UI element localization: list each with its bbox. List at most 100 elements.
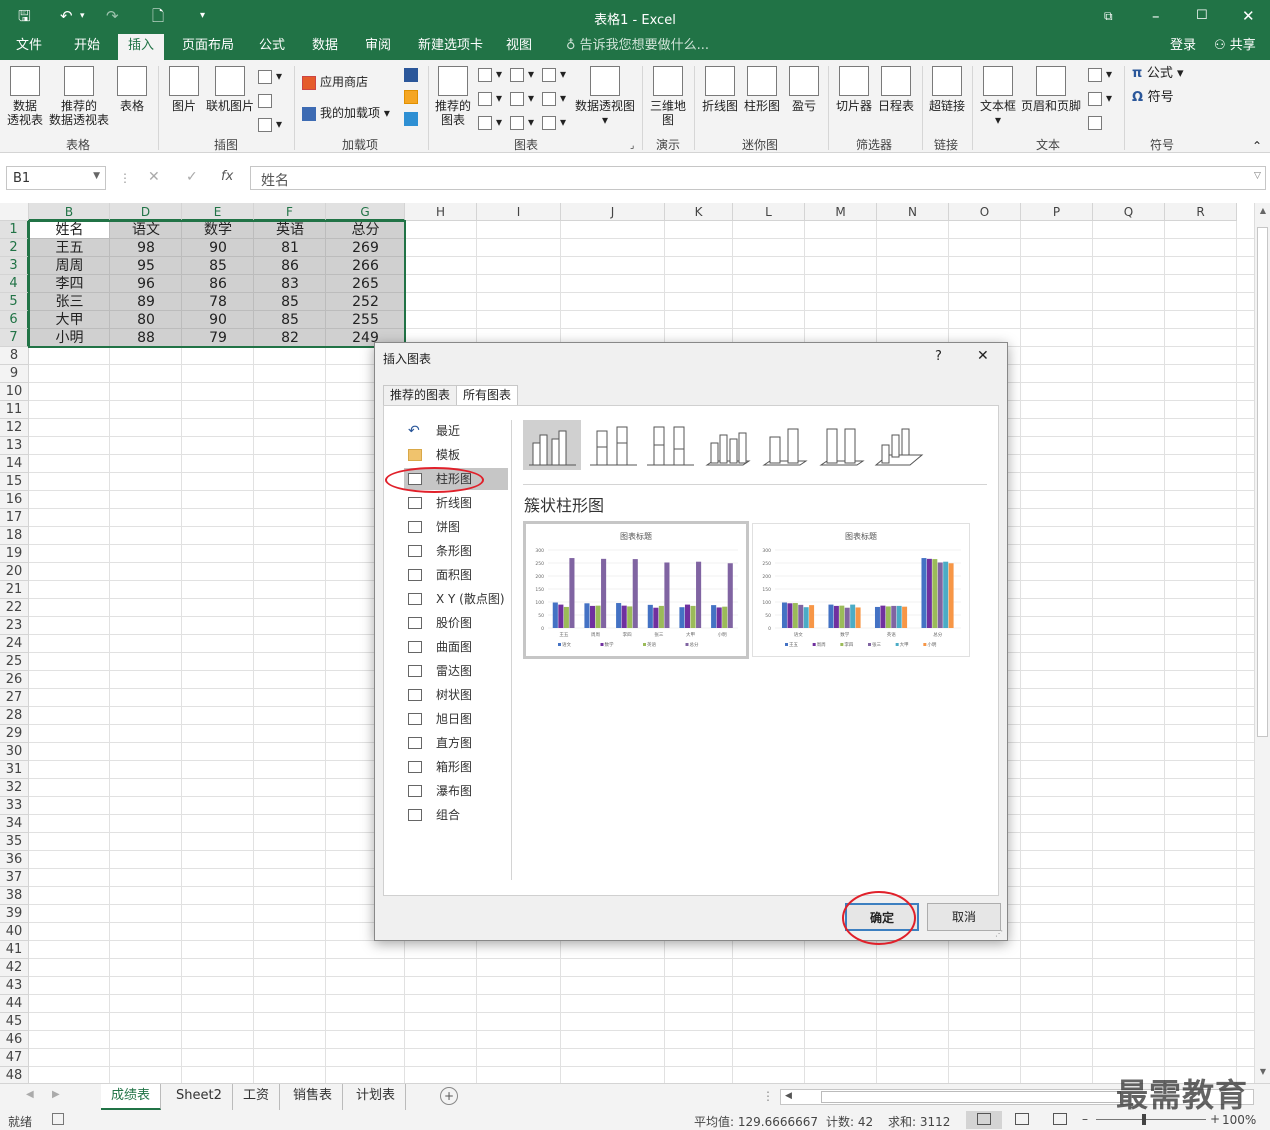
screenshot-button[interactable]: ▾ [258,116,282,132]
name-box[interactable]: B1 ▼ [6,166,106,190]
normal-view-button[interactable] [966,1111,1002,1129]
subtype-3d-column[interactable] [869,420,927,470]
my-addins-button[interactable]: 我的加载项 ▾ [302,105,390,121]
table-cell[interactable]: 265 [326,275,405,293]
header-cell[interactable]: 总分 [326,221,405,239]
subtype-3d-clustered-column[interactable] [698,420,756,470]
tab-file[interactable]: 文件 [6,34,52,60]
chart-type-item[interactable]: ↶ 最近 [404,420,508,442]
maximize-icon[interactable]: ☐ [1196,6,1208,26]
bing-maps-button[interactable] [404,88,422,104]
radar-chart-dropdown[interactable]: ▾ [542,114,566,130]
cancel-button[interactable]: 取消 [927,903,1001,931]
chart-type-item[interactable]: 面积图 [404,564,508,586]
formula-input[interactable]: 姓名 [250,166,1266,190]
store-button[interactable]: 应用商店 [302,74,368,90]
timeline-button[interactable]: 日程表 [876,66,916,113]
signature-line-button[interactable]: ▾ [1088,90,1112,106]
help-icon[interactable]: ? [935,349,942,364]
chart-type-item[interactable]: 箱形图 [404,756,508,778]
chart-type-item[interactable]: 雷达图 [404,660,508,682]
table-cell[interactable]: 81 [254,239,326,257]
collapse-ribbon-icon[interactable]: ⌃ [1252,138,1262,154]
wordart-button[interactable]: ▾ [1088,66,1112,82]
header-cell[interactable]: 语文 [110,221,182,239]
add-sheet-icon[interactable]: + [440,1087,458,1105]
subtype-100-stacked-column[interactable] [641,420,699,470]
sparkline-line-button[interactable]: 折线图 [700,66,740,113]
confirm-entry-icon[interactable]: ✓ [186,169,198,185]
tab-review[interactable]: 审阅 [355,34,401,60]
sparkline-column-button[interactable]: 柱形图 [742,66,782,113]
vertical-scrollbar[interactable]: ▲ ▼ [1254,203,1270,1083]
zoom-out-icon[interactable]: – [1082,1112,1088,1126]
resize-grip-icon[interactable]: ⋰ [995,929,1003,938]
pivot-table-button[interactable]: 数据 透视表 [4,66,46,127]
close-icon[interactable]: ✕ [1242,6,1255,26]
cancel-entry-icon[interactable]: ✕ [148,169,160,185]
table-cell[interactable]: 85 [254,311,326,329]
chart-type-item[interactable]: 饼图 [404,516,508,538]
3d-map-button[interactable]: 三维地 图 [648,66,688,127]
chart-type-item[interactable]: 模板 [404,444,508,466]
table-cell[interactable]: 张三 [29,293,110,311]
table-cell[interactable]: 255 [326,311,405,329]
scatter-chart-dropdown[interactable]: ▾ [510,114,534,130]
table-cell[interactable]: 王五 [29,239,110,257]
table-cell[interactable]: 89 [110,293,182,311]
table-cell[interactable]: 90 [182,311,254,329]
waterfall-chart-dropdown[interactable]: ▾ [542,66,566,82]
chart-preview-1[interactable]: 图表标题 0 50 100 150 200 250 300 王五 周周 李四 张三 大甲 小明 语文 数学 英语… [523,521,749,659]
vertical-scroll-thumb[interactable] [1257,227,1268,737]
people-graph-button[interactable] [404,110,422,126]
table-cell[interactable]: 83 [254,275,326,293]
chart-type-item[interactable]: 曲面图 [404,636,508,658]
slicer-button[interactable]: 切片器 [834,66,874,113]
sheet-next-icon[interactable]: ▶ [52,1089,60,1100]
tab-insert[interactable]: 插入 [118,34,165,60]
table-cell[interactable]: 95 [110,257,182,275]
chart-type-item[interactable]: 股价图 [404,612,508,634]
sheet-tab-sales[interactable]: 销售表 [283,1084,344,1110]
chart-type-item[interactable]: 直方图 [404,732,508,754]
table-cell[interactable]: 82 [254,329,326,347]
hyperlink-button[interactable]: 超链接 [926,66,968,113]
shapes-button[interactable]: ▾ [258,68,282,84]
table-cell[interactable]: 269 [326,239,405,257]
subtype-3d-stacked-column[interactable] [755,420,813,470]
chart-type-item[interactable]: 条形图 [404,540,508,562]
tab-all-charts[interactable]: 所有图表 [456,385,519,407]
table-cell[interactable]: 小明 [29,329,110,347]
table-cell[interactable]: 80 [110,311,182,329]
object-button[interactable] [1088,114,1106,130]
pictures-button[interactable]: 图片 [166,66,202,113]
pie-chart-dropdown[interactable]: ▾ [478,114,502,130]
header-cell[interactable]: 英语 [254,221,326,239]
login-link[interactable]: 登录 [1160,34,1206,60]
table-cell[interactable]: 86 [254,257,326,275]
ribbon-display-icon[interactable]: ⧉ [1104,6,1113,26]
table-cell[interactable]: 88 [110,329,182,347]
sheet-tab-salary[interactable]: 工资 [233,1084,281,1110]
table-cell[interactable]: 252 [326,293,405,311]
minimize-icon[interactable]: – [1152,6,1160,26]
pivot-chart-button[interactable]: 数据透视图 ▾ [574,66,636,127]
visio-addin-button[interactable] [404,66,422,82]
zoom-slider[interactable] [1096,1119,1206,1120]
equation-button[interactable]: π 公式 ▾ [1132,66,1184,82]
scroll-left-icon[interactable]: ◀ [785,1091,792,1101]
macro-record-icon[interactable] [52,1113,64,1125]
expand-formula-icon[interactable]: ▽ [1254,171,1261,181]
horizontal-scroll-thumb[interactable] [821,1091,1121,1103]
table-cell[interactable]: 79 [182,329,254,347]
subtype-clustered-column[interactable] [523,420,581,470]
header-footer-button[interactable]: 页眉和页脚 [1020,66,1082,113]
sparkline-winloss-button[interactable]: 盈亏 [784,66,824,113]
share-button[interactable]: ⚇ 共享 [1204,34,1266,60]
recommended-pivot-button[interactable]: 推荐的 数据透视表 [48,66,110,127]
scroll-down-icon[interactable]: ▼ [1257,1067,1269,1076]
table-cell[interactable]: 周周 [29,257,110,275]
table-cell[interactable]: 大甲 [29,311,110,329]
table-cell[interactable]: 90 [182,239,254,257]
smartart-button[interactable] [258,92,276,108]
